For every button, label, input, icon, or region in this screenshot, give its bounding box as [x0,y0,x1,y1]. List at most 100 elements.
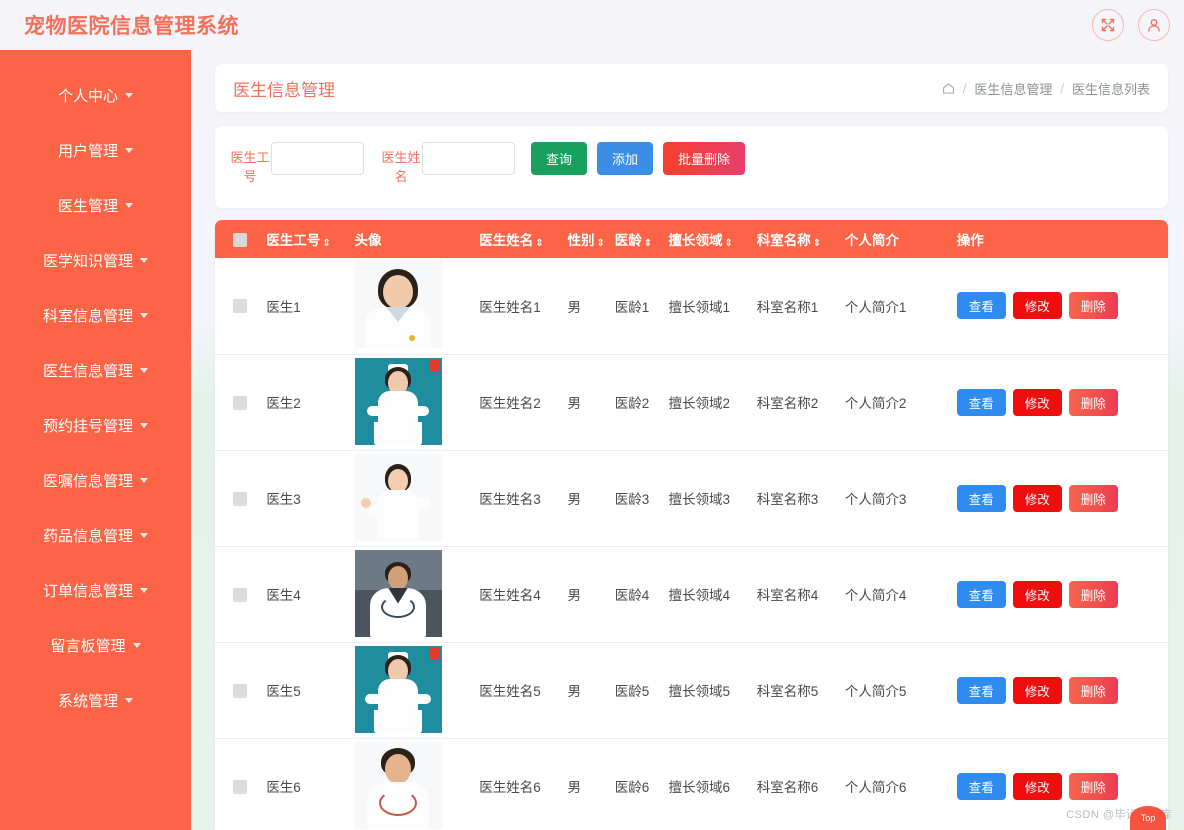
sidebar-item-doctor-info-management[interactable]: 医生信息管理 [0,343,191,398]
cell-operations: 查看 修改 删除 [953,642,1168,738]
cell-age: 医龄1 [614,299,650,315]
delete-button[interactable]: 删除 [1068,484,1118,512]
sidebar-item-label: 医生管理 [57,198,118,215]
sidebar-item-system-management[interactable]: 系统管理 [0,673,191,728]
add-button[interactable]: 添加 [597,142,654,175]
edit-button[interactable]: 修改 [1012,388,1062,416]
delete-button[interactable]: 删除 [1068,580,1118,608]
view-button[interactable]: 查看 [956,388,1006,416]
sidebar-item-doctor-management[interactable]: 医生管理 [0,178,191,233]
cell-sex: 男 [567,492,581,507]
user-icon[interactable] [1138,9,1170,41]
column-label: 医生工号 [266,233,321,248]
column-label: 医生姓名 [479,233,534,248]
view-button[interactable]: 查看 [956,580,1006,608]
row-checkbox[interactable] [233,779,247,794]
sidebar-item-department-info-management[interactable]: 科室信息管理 [0,288,191,343]
sort-icon: ⇕ [535,238,544,249]
delete-button[interactable]: 删除 [1068,772,1118,800]
delete-button[interactable]: 删除 [1068,292,1118,320]
view-button[interactable]: 查看 [956,772,1006,800]
table-body: 医生1 医生姓名1 男 医龄1 擅长领域1 科室名称1 个人简介1 查看 修改 … [215,258,1168,830]
cell-age: 医龄3 [614,492,650,507]
column-label: 操作 [956,233,984,248]
row-checkbox[interactable] [233,683,247,698]
sidebar-item-label: 留言板管理 [50,638,126,655]
edit-button[interactable]: 修改 [1012,580,1062,608]
chevron-down-icon [140,258,148,263]
edit-button[interactable]: 修改 [1012,292,1062,320]
sort-icon: ⇕ [322,238,331,249]
column-label: 擅长领域 [668,233,723,248]
cell-doctor-name: 医生姓名2 [479,396,541,411]
sidebar-item-personal-center[interactable]: 个人中心 [0,68,191,123]
cell-department: 科室名称1 [756,299,819,315]
doctor-name-label: 医生姓名 [381,150,421,184]
sidebar-item-medical-order-management[interactable]: 医嘱信息管理 [0,453,191,508]
edit-button[interactable]: 修改 [1012,676,1062,704]
sidebar-item-user-management[interactable]: 用户管理 [0,123,191,178]
column-intro: 个人简介 [841,220,953,258]
doctor-number-input[interactable] [271,142,364,175]
sidebar-item-medical-knowledge-management[interactable]: 医学知识管理 [0,233,191,288]
cell-specialty: 擅长领域4 [668,588,731,603]
row-checkbox[interactable] [233,587,247,602]
view-button[interactable]: 查看 [956,292,1006,320]
top-header: 宠物医院信息管理系统 [0,0,1184,50]
cell-sex: 男 [567,588,581,603]
table-row: 医生3 医生姓名3 男 医龄3 擅长领域3 科室名称3 个人简介3 查看 修改 … [215,450,1168,546]
column-sex[interactable]: 性别 ⇕ [563,220,610,258]
row-checkbox[interactable] [233,491,247,506]
expand-arrows-icon[interactable] [1092,9,1124,41]
row-checkbox[interactable] [233,395,247,410]
sidebar-item-label: 系统管理 [57,693,118,710]
cell-sex: 男 [567,684,581,699]
column-department[interactable]: 科室名称 ⇕ [753,220,841,258]
doctor-avatar-image [354,549,442,637]
select-all-checkbox[interactable] [233,232,247,247]
cell-specialty: 擅长领域2 [668,396,731,411]
breadcrumb: / 医生信息管理 / 医生信息列表 [942,79,1150,98]
delete-button[interactable]: 删除 [1068,388,1118,416]
sort-icon: ⇕ [643,238,653,249]
cell-doctor-number: 医生6 [266,780,301,795]
view-button[interactable]: 查看 [956,484,1006,512]
sidebar-item-label: 预约挂号管理 [42,418,133,435]
column-doctor-name[interactable]: 医生姓名 ⇕ [475,220,563,258]
column-doctor-number[interactable]: 医生工号 ⇕ [262,220,350,258]
sidebar-item-message-board-management[interactable]: 留言板管理 [0,618,191,673]
sidebar-item-order-info-management[interactable]: 订单信息管理 [0,563,191,618]
chevron-down-icon [140,533,148,538]
page-title: 医生信息管理 [233,80,335,100]
row-checkbox[interactable] [233,299,247,314]
column-specialty[interactable]: 擅长领域 ⇕ [665,220,753,258]
column-age[interactable]: 医龄 ⇕ [611,220,665,258]
doctor-name-input[interactable] [422,142,515,175]
home-icon[interactable] [942,82,955,95]
select-all-header [215,220,262,258]
row-select-cell [215,642,262,738]
chevron-down-icon [125,93,133,98]
query-button[interactable]: 查询 [531,142,588,175]
edit-button[interactable]: 修改 [1012,772,1062,800]
sidebar-item-appointment-management[interactable]: 预约挂号管理 [0,398,191,453]
delete-button[interactable]: 删除 [1068,676,1118,704]
doctor-avatar-image [354,453,442,541]
edit-button[interactable]: 修改 [1012,484,1062,512]
column-label: 个人简介 [844,233,899,248]
cell-intro: 个人简介6 [844,780,907,795]
badge-icon [428,359,440,371]
doctor-avatar-image [354,261,442,348]
batch-delete-button[interactable]: 批量删除 [663,142,746,175]
view-button[interactable]: 查看 [956,676,1006,704]
cell-sex: 男 [567,780,581,795]
table-row: 医生4 医生姓名4 男 医龄4 擅长领域4 科室名称4 个人简介4 查看 修改 … [215,546,1168,642]
cell-avatar [351,642,476,738]
cell-doctor-number: 医生1 [266,299,301,315]
sidebar-item-drug-info-management[interactable]: 药品信息管理 [0,508,191,563]
chevron-down-icon [132,643,141,648]
cell-operations: 查看 修改 删除 [953,738,1168,830]
cell-operations: 查看 修改 删除 [953,546,1168,642]
breadcrumb-item-doctor-info-management[interactable]: 医生信息管理 [974,79,1052,98]
cell-age: 医龄6 [614,780,650,795]
